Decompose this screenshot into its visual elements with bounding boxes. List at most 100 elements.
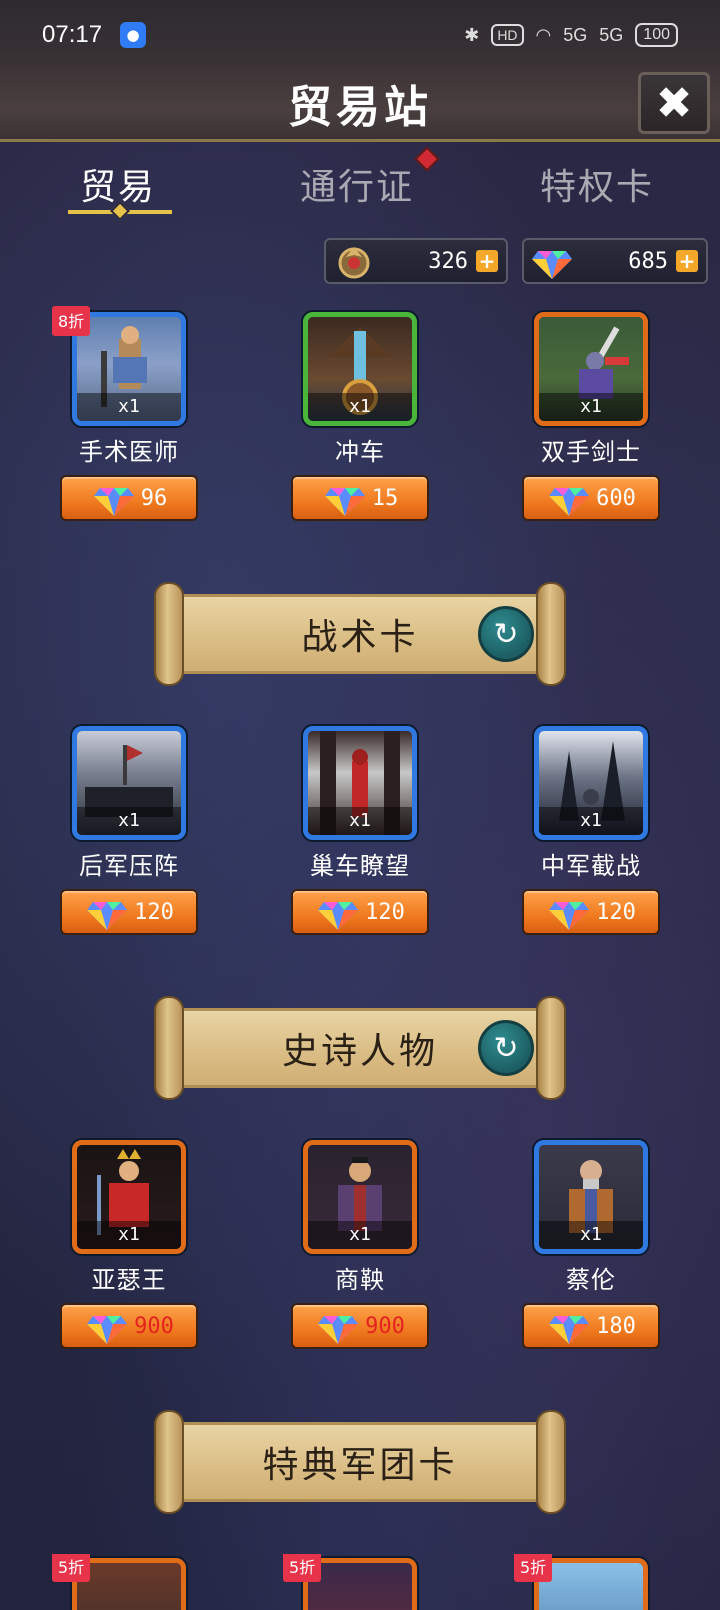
item-name: 后军压阵	[79, 852, 179, 880]
item-frame[interactable]: x1	[303, 1140, 417, 1254]
shop-item[interactable]: 5折	[514, 1554, 666, 1610]
shop-item[interactable]: x1 巢车瞭望 120	[285, 726, 435, 935]
gem-currency: 685 +	[522, 238, 708, 284]
item-name: 中军截战	[541, 852, 641, 880]
gem-icon	[93, 488, 134, 516]
item-price: 120	[134, 899, 174, 925]
item-row-2: x1 后军压阵 120 x1 巢车瞭望 120 x1 中军截战 120	[0, 726, 720, 936]
close-button[interactable]: ✖	[638, 72, 710, 134]
buy-button[interactable]: 96	[60, 475, 198, 521]
item-frame[interactable]: x1	[303, 726, 417, 840]
shop-item[interactable]: 5折	[52, 1554, 204, 1610]
buy-button[interactable]: 15	[291, 475, 429, 521]
item-row-4: 5折 5折 5折	[0, 1554, 720, 1610]
shop-item[interactable]: x1 蔡伦 180	[516, 1140, 666, 1349]
item-portrait	[539, 1563, 643, 1610]
item-row-3: x1 亚瑟王 900 x1 商鞅 900 x1 蔡伦 180	[0, 1140, 720, 1350]
item-name: 商鞅	[335, 1266, 385, 1294]
discount-badge: 5折	[514, 1554, 553, 1582]
header-bar: 贸易站 ✖	[0, 66, 720, 142]
item-price: 96	[140, 485, 168, 511]
section-banner-special-legion: 特典军团卡	[150, 1410, 570, 1520]
shop-item[interactable]: 5折	[283, 1554, 435, 1610]
buy-button[interactable]: 120	[291, 889, 429, 935]
item-name: 双手剑士	[541, 438, 641, 466]
item-frame[interactable]: x1	[534, 1140, 648, 1254]
item-quantity: x1	[308, 1221, 412, 1249]
shop-item[interactable]: x1 中军截战 120	[516, 726, 666, 935]
item-name: 蔡伦	[566, 1266, 616, 1294]
item-row-1: 8折 x1 手术医师 96 x1 冲车 15 x1 双手剑士 600	[0, 306, 720, 522]
tab-privilege-card[interactable]: 特权卡	[540, 158, 654, 210]
baidu-app-icon: ●	[120, 22, 147, 48]
gem-icon	[532, 251, 572, 279]
discount-badge: 8折	[52, 306, 91, 336]
status-icons: ✱ HD ◠ 5G 5G 100	[464, 23, 678, 47]
discount-badge: 5折	[52, 1554, 91, 1582]
tab-pass[interactable]: 通行证	[300, 158, 414, 210]
item-price: 900	[365, 1313, 405, 1339]
honor-amount: 326	[428, 248, 468, 274]
shop-item[interactable]: x1 冲车 15	[285, 312, 435, 521]
shop-item[interactable]: 8折 x1 手术医师 96	[52, 306, 204, 521]
add-gems-button[interactable]: +	[676, 250, 698, 272]
refresh-button[interactable]: ↻	[478, 606, 534, 662]
item-quantity: x1	[308, 807, 412, 835]
buy-button[interactable]: 600	[522, 475, 660, 521]
item-quantity: x1	[539, 1221, 643, 1249]
gem-icon	[87, 902, 128, 930]
item-name: 冲车	[335, 438, 385, 466]
shop-item[interactable]: x1 商鞅 900	[285, 1140, 435, 1349]
item-quantity: x1	[77, 393, 181, 421]
item-quantity: x1	[539, 393, 643, 421]
discount-badge: 5折	[283, 1554, 322, 1582]
item-price: 120	[596, 899, 636, 925]
item-price: 600	[596, 485, 636, 511]
buy-button[interactable]: 120	[60, 889, 198, 935]
item-name: 巢车瞭望	[310, 852, 410, 880]
item-name: 手术医师	[79, 438, 179, 466]
item-frame[interactable]: x1	[534, 726, 648, 840]
item-frame[interactable]: x1	[72, 1140, 186, 1254]
item-portrait	[308, 1563, 412, 1610]
add-honor-button[interactable]: +	[476, 250, 498, 272]
clock: 07:17	[42, 21, 103, 48]
signal-label-1: 5G	[563, 24, 588, 45]
item-price: 180	[596, 1313, 636, 1339]
item-frame[interactable]: x1	[72, 726, 186, 840]
tab-bar: 贸易 通行证 特权卡	[0, 146, 720, 230]
gem-icon	[318, 1316, 359, 1344]
item-quantity: x1	[77, 807, 181, 835]
gem-icon	[324, 488, 365, 516]
refresh-button[interactable]: ↻	[478, 1020, 534, 1076]
item-price: 120	[365, 899, 405, 925]
buy-button[interactable]: 900	[291, 1303, 429, 1349]
item-quantity: x1	[77, 1221, 181, 1249]
page-title: 贸易站	[288, 81, 432, 133]
section-banner-tactics: 战术卡 ↻	[150, 582, 570, 692]
section-banner-epic-characters: 史诗人物 ↻	[150, 996, 570, 1106]
item-quantity: x1	[308, 393, 412, 421]
shop-item[interactable]: x1 亚瑟王 900	[54, 1140, 204, 1349]
buy-button[interactable]: 900	[60, 1303, 198, 1349]
item-name: 亚瑟王	[91, 1266, 167, 1294]
signal-label-2: 5G	[599, 24, 624, 45]
shop-item[interactable]: x1 后军压阵 120	[54, 726, 204, 935]
gem-icon	[549, 488, 590, 516]
gem-icon	[549, 902, 590, 930]
buy-button[interactable]: 120	[522, 889, 660, 935]
item-frame[interactable]: x1	[303, 312, 417, 426]
buy-button[interactable]: 180	[522, 1303, 660, 1349]
bluetooth-icon: ✱	[464, 24, 480, 45]
gem-icon	[318, 902, 359, 930]
shop-item[interactable]: x1 双手剑士 600	[516, 312, 666, 521]
item-frame[interactable]: x1	[534, 312, 648, 426]
gem-icon	[549, 1316, 590, 1344]
battery-indicator: 100	[635, 23, 678, 47]
honor-medal-icon	[338, 247, 370, 279]
gem-amount: 685	[628, 248, 668, 274]
hd-badge: HD	[491, 24, 524, 46]
wifi-icon: ◠	[535, 24, 552, 45]
item-price: 900	[134, 1313, 174, 1339]
honor-currency: 326 +	[324, 238, 508, 284]
